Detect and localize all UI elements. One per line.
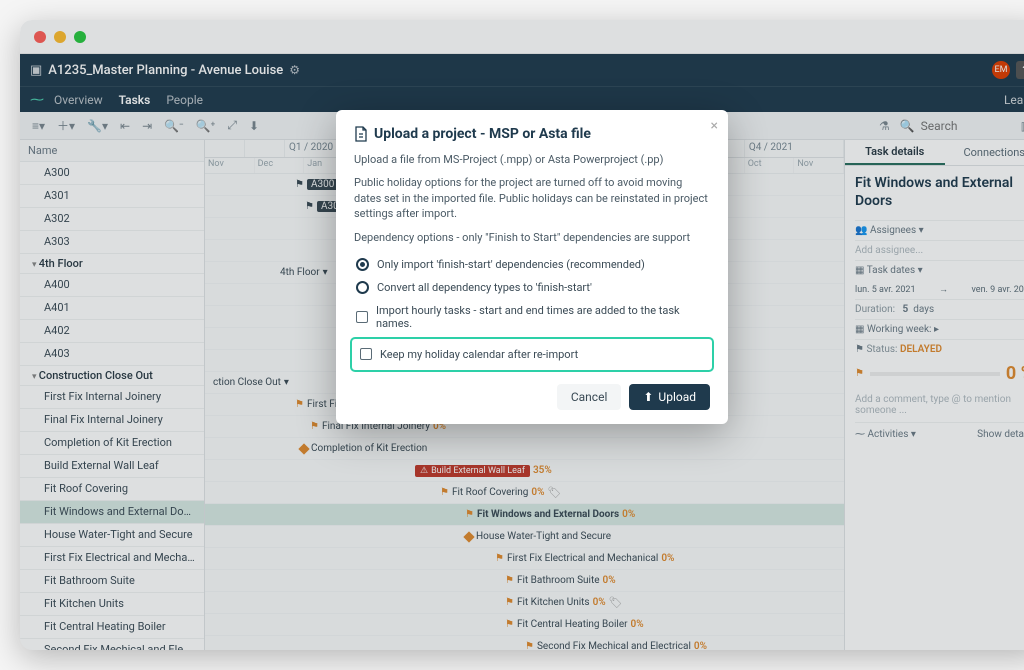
- app-window: ▣ A1235_Master Planning - Avenue Louise …: [20, 20, 1024, 650]
- checkbox-hourly-tasks[interactable]: Import hourly tasks - start and end time…: [354, 299, 710, 335]
- highlighted-option: Keep my holiday calendar after re-import: [350, 337, 714, 372]
- cancel-button[interactable]: Cancel: [557, 384, 622, 410]
- radio-finish-start[interactable]: Only import 'finish-start' dependencies …: [354, 253, 710, 276]
- radio-icon: [356, 281, 369, 294]
- close-icon[interactable]: ×: [711, 118, 718, 134]
- upload-button[interactable]: ⬆Upload: [629, 384, 710, 410]
- modal-title: Upload a project - MSP or Asta file: [354, 126, 710, 142]
- checkbox-icon: [360, 348, 372, 360]
- upload-icon: ⬆: [643, 390, 653, 404]
- modal-desc-1: Upload a file from MS-Project (.mpp) or …: [354, 152, 710, 167]
- modal-overlay[interactable]: × Upload a project - MSP or Asta file Up…: [20, 20, 1024, 650]
- upload-modal: × Upload a project - MSP or Asta file Up…: [336, 110, 728, 424]
- radio-convert-all[interactable]: Convert all dependency types to 'finish-…: [354, 276, 710, 299]
- modal-desc-2: Public holiday options for the project a…: [354, 175, 710, 221]
- checkbox-icon: [356, 311, 368, 323]
- checkbox-keep-holiday[interactable]: Keep my holiday calendar after re-import: [358, 343, 706, 366]
- file-icon: [354, 126, 368, 142]
- radio-icon: [356, 258, 369, 271]
- modal-desc-3: Dependency options - only "Finish to Sta…: [354, 230, 710, 245]
